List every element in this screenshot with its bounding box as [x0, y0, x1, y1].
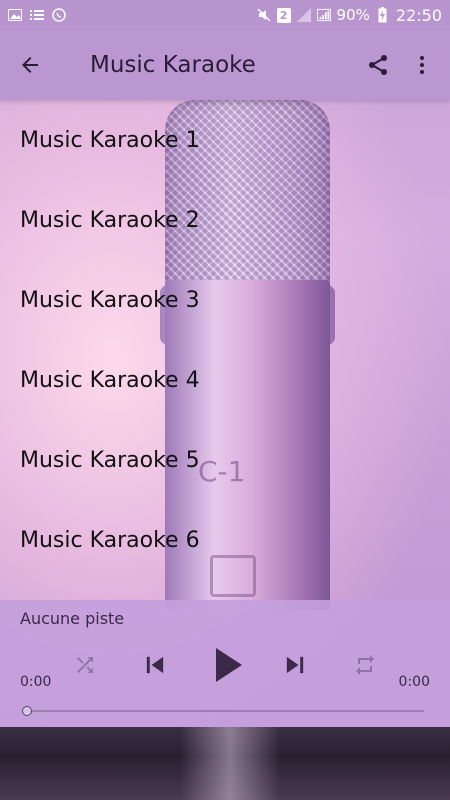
track-title: Music Karaoke 5 — [20, 447, 200, 473]
signal-weak-icon — [296, 8, 311, 22]
list-notification-icon — [30, 8, 44, 22]
seek-bar-thumb[interactable] — [22, 706, 32, 716]
signal-icon — [316, 8, 331, 22]
skip-previous-icon — [146, 656, 164, 674]
whatsapp-icon — [52, 8, 66, 22]
more-vert-icon — [420, 56, 424, 74]
overflow-menu-button[interactable] — [400, 37, 444, 93]
next-button[interactable] — [278, 648, 312, 682]
shuffle-button[interactable] — [70, 650, 100, 680]
share-button[interactable] — [356, 37, 400, 93]
play-button[interactable] — [206, 642, 250, 688]
play-icon — [216, 648, 242, 682]
track-list: Music Karaoke 1 Music Karaoke 2 Music Ka… — [0, 100, 450, 600]
battery-charging-icon — [376, 7, 390, 23]
share-icon — [369, 55, 387, 75]
track-title: Music Karaoke 1 — [20, 127, 200, 153]
repeat-icon — [356, 655, 374, 675]
track-item[interactable]: Music Karaoke 5 — [0, 420, 450, 500]
music-player: Aucune piste 0:00 0:00 — [0, 600, 450, 727]
track-item[interactable]: Music Karaoke 3 — [0, 260, 450, 340]
track-title: Music Karaoke 6 — [20, 527, 200, 553]
elapsed-time: 0:00 — [20, 674, 52, 690]
track-item[interactable]: Music Karaoke 6 — [0, 500, 450, 580]
duration-time: 0:00 — [398, 674, 430, 690]
back-button[interactable] — [2, 37, 58, 93]
battery-percentage: 90% — [336, 6, 370, 24]
image-notification-icon — [8, 8, 22, 22]
track-item[interactable]: Music Karaoke 4 — [0, 340, 450, 420]
app-bar: Music Karaoke — [0, 30, 450, 100]
repeat-button[interactable] — [350, 650, 380, 680]
previous-button[interactable] — [138, 648, 172, 682]
page-title: Music Karaoke — [90, 52, 256, 78]
shuffle-icon — [77, 657, 93, 673]
track-item[interactable]: Music Karaoke 1 — [0, 100, 450, 180]
skip-next-icon — [286, 656, 304, 674]
sim-badge: 2 — [276, 7, 291, 23]
mute-icon — [257, 8, 271, 22]
track-title: Music Karaoke 2 — [20, 207, 200, 233]
status-bar: 2 90% 22:50 — [0, 0, 450, 30]
track-item[interactable]: Music Karaoke 2 — [0, 180, 450, 260]
background-light-glow — [180, 727, 280, 800]
clock: 22:50 — [395, 5, 442, 25]
arrow-left-icon — [22, 57, 38, 73]
seek-bar-track[interactable] — [26, 710, 424, 712]
current-track-name: Aucune piste — [20, 609, 125, 628]
track-title: Music Karaoke 3 — [20, 287, 200, 313]
track-title: Music Karaoke 4 — [20, 367, 200, 393]
